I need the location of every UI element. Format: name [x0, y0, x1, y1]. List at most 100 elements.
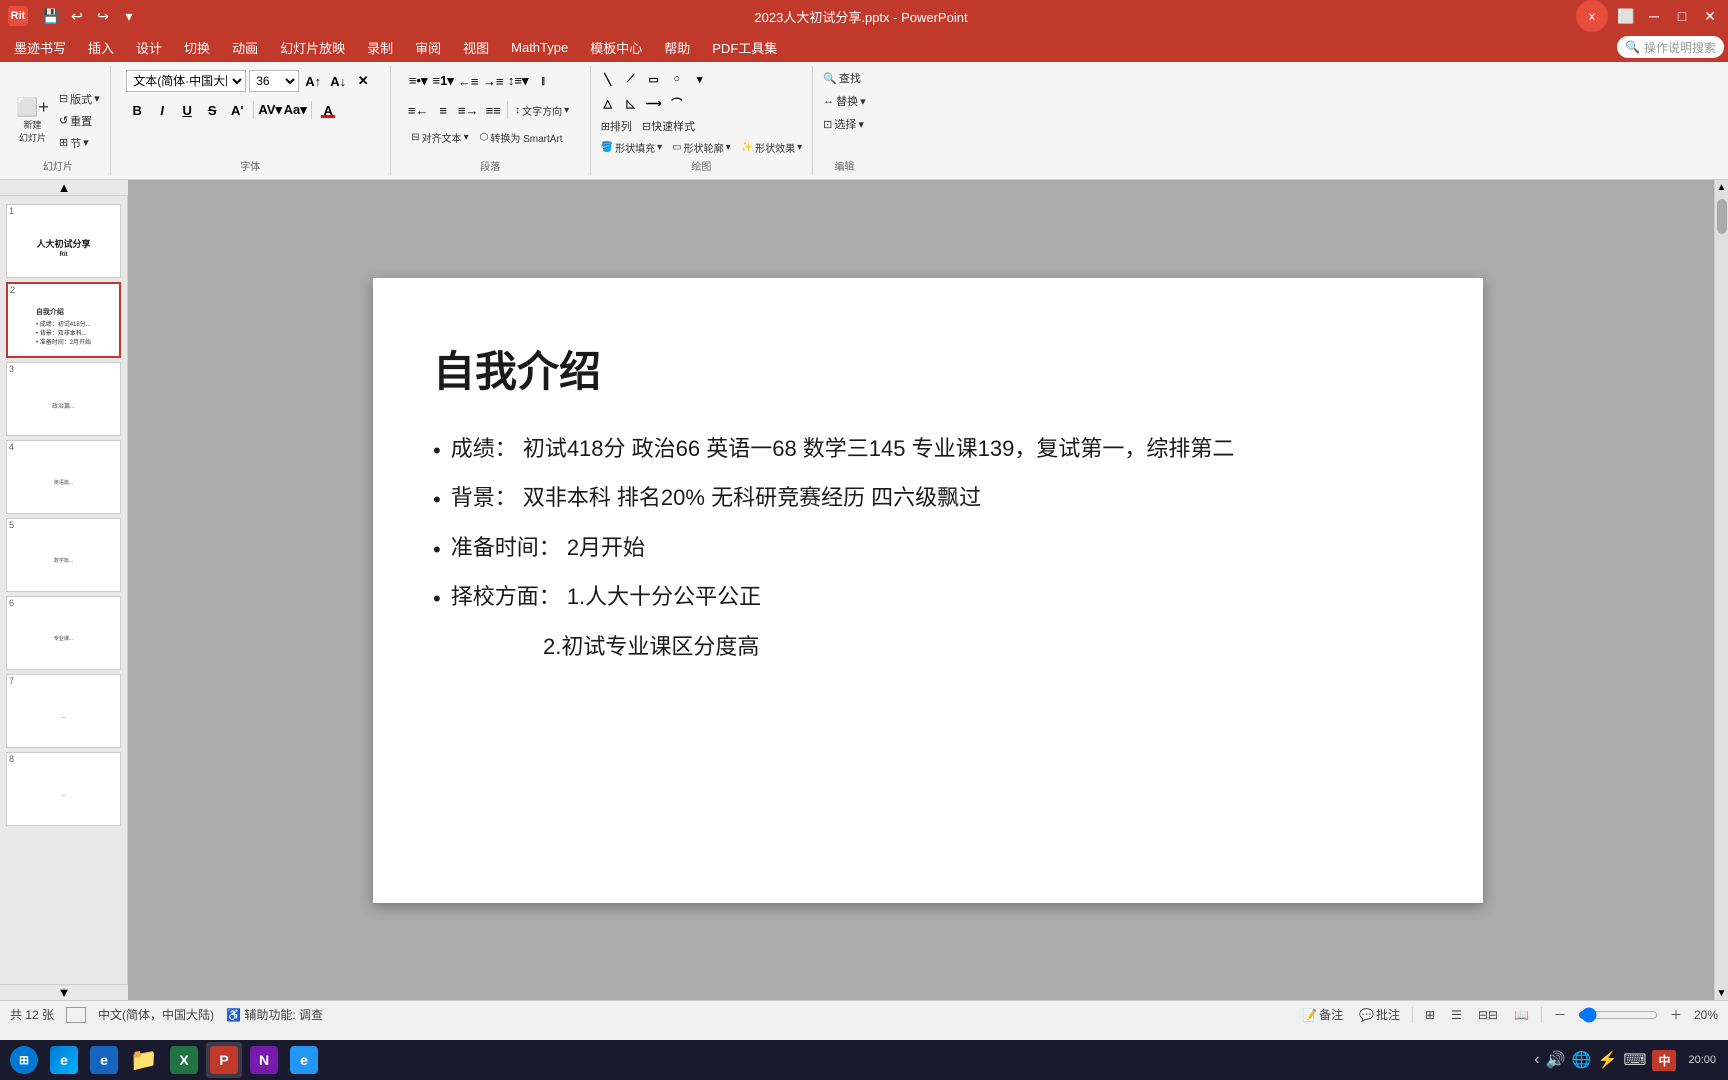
taskbar-ie[interactable]: e	[86, 1042, 122, 1078]
justify-button[interactable]: ≡≡	[482, 99, 504, 121]
underline-button[interactable]: U	[176, 99, 198, 121]
tray-network[interactable]: 🌐	[1572, 1050, 1592, 1070]
smartart-button[interactable]: ⬡ 转换为 SmartArt	[476, 128, 567, 147]
clear-format-button[interactable]: ✕	[352, 70, 374, 92]
menu-slideshow[interactable]: 幻灯片放映	[270, 34, 355, 61]
bullets-button[interactable]: ≡•▾	[407, 70, 429, 92]
taskbar-excel[interactable]: X	[166, 1042, 202, 1078]
maximize-button[interactable]: □	[1672, 6, 1692, 26]
align-right-button[interactable]: ≡→	[457, 99, 479, 121]
line2-tool[interactable]: ⟋	[620, 68, 642, 90]
save-button[interactable]: 💾	[40, 5, 62, 27]
font-color-button[interactable]: A	[317, 99, 339, 121]
slide-thumb-8[interactable]: 8 ...	[6, 752, 121, 826]
slide-thumb-7[interactable]: 7 ...	[6, 674, 121, 748]
slide-thumb-2[interactable]: 2 自我介绍 • 成绩：初试418分... • 背景：双非本科... • 准备时…	[6, 282, 121, 358]
zoom-in-button[interactable]: ＋	[1666, 1005, 1686, 1024]
numbering-button[interactable]: ≡1▾	[432, 70, 454, 92]
replace-button[interactable]: ↔ 替换▾	[819, 91, 870, 111]
shape-fill-button[interactable]: 🪣 形状填充▾	[597, 138, 666, 157]
ellipse-tool[interactable]: ○	[666, 68, 688, 90]
scroll-down-button[interactable]: ▼	[0, 984, 128, 1000]
menu-view[interactable]: 视图	[453, 34, 499, 61]
redo-button[interactable]: ↪	[92, 5, 114, 27]
bold-button[interactable]: B	[126, 99, 148, 121]
curve-tool[interactable]: ⌒	[666, 92, 688, 114]
change-case-button[interactable]: Aa▾	[284, 99, 306, 121]
slide-thumb-6[interactable]: 6 专业课...	[6, 596, 121, 670]
clock[interactable]: 20:00	[1682, 1054, 1722, 1066]
quick-styles-button[interactable]: ⊟ 快速样式	[638, 116, 699, 136]
close-button[interactable]: ✕	[1700, 6, 1720, 26]
slide-canvas[interactable]: 自我介绍 • 成绩： 初试418分 政治66 英语一68 数学三145 专业课1…	[373, 278, 1483, 903]
line-tool[interactable]: ╲	[597, 68, 619, 90]
italic-button[interactable]: I	[151, 99, 173, 121]
comments-button[interactable]: 💬 批注	[1355, 1005, 1404, 1024]
find-button[interactable]: 🔍 查找	[819, 68, 870, 88]
slide-thumb-3[interactable]: 3 政治篇...	[6, 362, 121, 436]
slide-content[interactable]: • 成绩： 初试418分 政治66 英语一68 数学三145 专业课139，复试…	[433, 429, 1423, 667]
taskbar-app2[interactable]: e	[286, 1042, 322, 1078]
user-avatar[interactable]: x	[1576, 0, 1608, 32]
layout-button[interactable]: ⊟ 版式▾	[55, 89, 104, 109]
rect-tool[interactable]: ▭	[643, 68, 665, 90]
scroll-thumb[interactable]	[1717, 199, 1727, 234]
arrange-button[interactable]: ⊞ 排列	[597, 116, 636, 136]
align-text-button[interactable]: ⊟ 对齐文本▾	[407, 128, 472, 147]
menu-pdf[interactable]: PDF工具集	[702, 34, 787, 61]
view-reading-button[interactable]: 📖	[1510, 1007, 1533, 1023]
new-slide-button[interactable]: ⬜+ 新建 幻灯片	[12, 95, 53, 147]
line-spacing-button[interactable]: ↕≡▾	[507, 70, 529, 92]
text-direction-button[interactable]: ↕ 文字方向▾	[511, 101, 573, 120]
tray-audio[interactable]: 🔊	[1546, 1050, 1566, 1070]
view-normal-button[interactable]: ⊞	[1421, 1007, 1439, 1023]
taskbar-powerpoint[interactable]: P	[206, 1042, 242, 1078]
shape-outline-button[interactable]: ▭ 形状轮廓▾	[668, 138, 734, 157]
menu-design[interactable]: 设计	[126, 34, 172, 61]
view-sorter-button[interactable]: ⊟⊟	[1474, 1007, 1502, 1023]
canvas-scroll-down[interactable]: ▼	[1715, 986, 1728, 1000]
tray-battery[interactable]: ⚡	[1597, 1050, 1617, 1070]
undo-button[interactable]: ↩	[66, 5, 88, 27]
taskbar-start[interactable]: ⊞	[6, 1042, 42, 1078]
menu-template[interactable]: 模板中心	[580, 34, 652, 61]
arrow-tool[interactable]: ⟶	[643, 92, 665, 114]
tray-keyboard[interactable]: ⌨	[1623, 1050, 1646, 1070]
tray-lang[interactable]: 中	[1652, 1050, 1676, 1071]
strikethrough-button[interactable]: S	[201, 99, 223, 121]
zoom-out-button[interactable]: －	[1550, 1005, 1570, 1024]
shape-effect-button[interactable]: ✨ 形状效果▾	[737, 138, 806, 157]
menu-insert[interactable]: 插入	[78, 34, 124, 61]
decrease-indent-button[interactable]: ←≡	[457, 70, 479, 92]
menu-help[interactable]: 帮助	[654, 34, 700, 61]
quick-access-more[interactable]: ▾	[118, 5, 140, 27]
search-box[interactable]: 🔍 操作说明搜索	[1617, 36, 1724, 58]
char-spacing-button[interactable]: AV▾	[259, 99, 281, 121]
slide-thumb-5[interactable]: 5 数学篇...	[6, 518, 121, 592]
rtriangle-tool[interactable]: ◺	[620, 92, 642, 114]
zoom-slider[interactable]	[1578, 1007, 1658, 1023]
align-left-button[interactable]: ≡←	[407, 99, 429, 121]
notes-button[interactable]: 📝 备注	[1298, 1005, 1347, 1024]
font-size-select[interactable]: 36	[249, 70, 299, 92]
minimize-button[interactable]: ─	[1644, 6, 1664, 26]
triangle-tool[interactable]: △	[597, 92, 619, 114]
font-name-select[interactable]: 文本(简体·中国大陆)	[126, 70, 246, 92]
more-shapes[interactable]: ▾	[689, 68, 711, 90]
menu-mathtype[interactable]: MathType	[501, 36, 578, 59]
taskbar-edge[interactable]: e	[46, 1042, 82, 1078]
section-button[interactable]: ⊞ 节▾	[55, 133, 104, 153]
increase-font-button[interactable]: A↑	[302, 70, 324, 92]
scroll-up-button[interactable]: ▲	[0, 180, 128, 196]
accessibility-indicator[interactable]: ♿ 辅助功能: 调查	[226, 1006, 323, 1023]
slide-thumb-4[interactable]: 4 英语篇...	[6, 440, 121, 514]
ribbon-toggle[interactable]: ⬜	[1616, 6, 1636, 26]
canvas-scroll-up[interactable]: ▲	[1715, 180, 1728, 194]
tray-chevron[interactable]: ‹	[1534, 1051, 1539, 1069]
menu-ink[interactable]: 墨迹书写	[4, 34, 76, 61]
language-indicator[interactable]: 中文(简体，中国大陆)	[98, 1006, 214, 1023]
menu-animation[interactable]: 动画	[222, 34, 268, 61]
menu-record[interactable]: 录制	[357, 34, 403, 61]
columns-button[interactable]: ⫿	[532, 76, 554, 86]
center-button[interactable]: ≡	[432, 99, 454, 121]
